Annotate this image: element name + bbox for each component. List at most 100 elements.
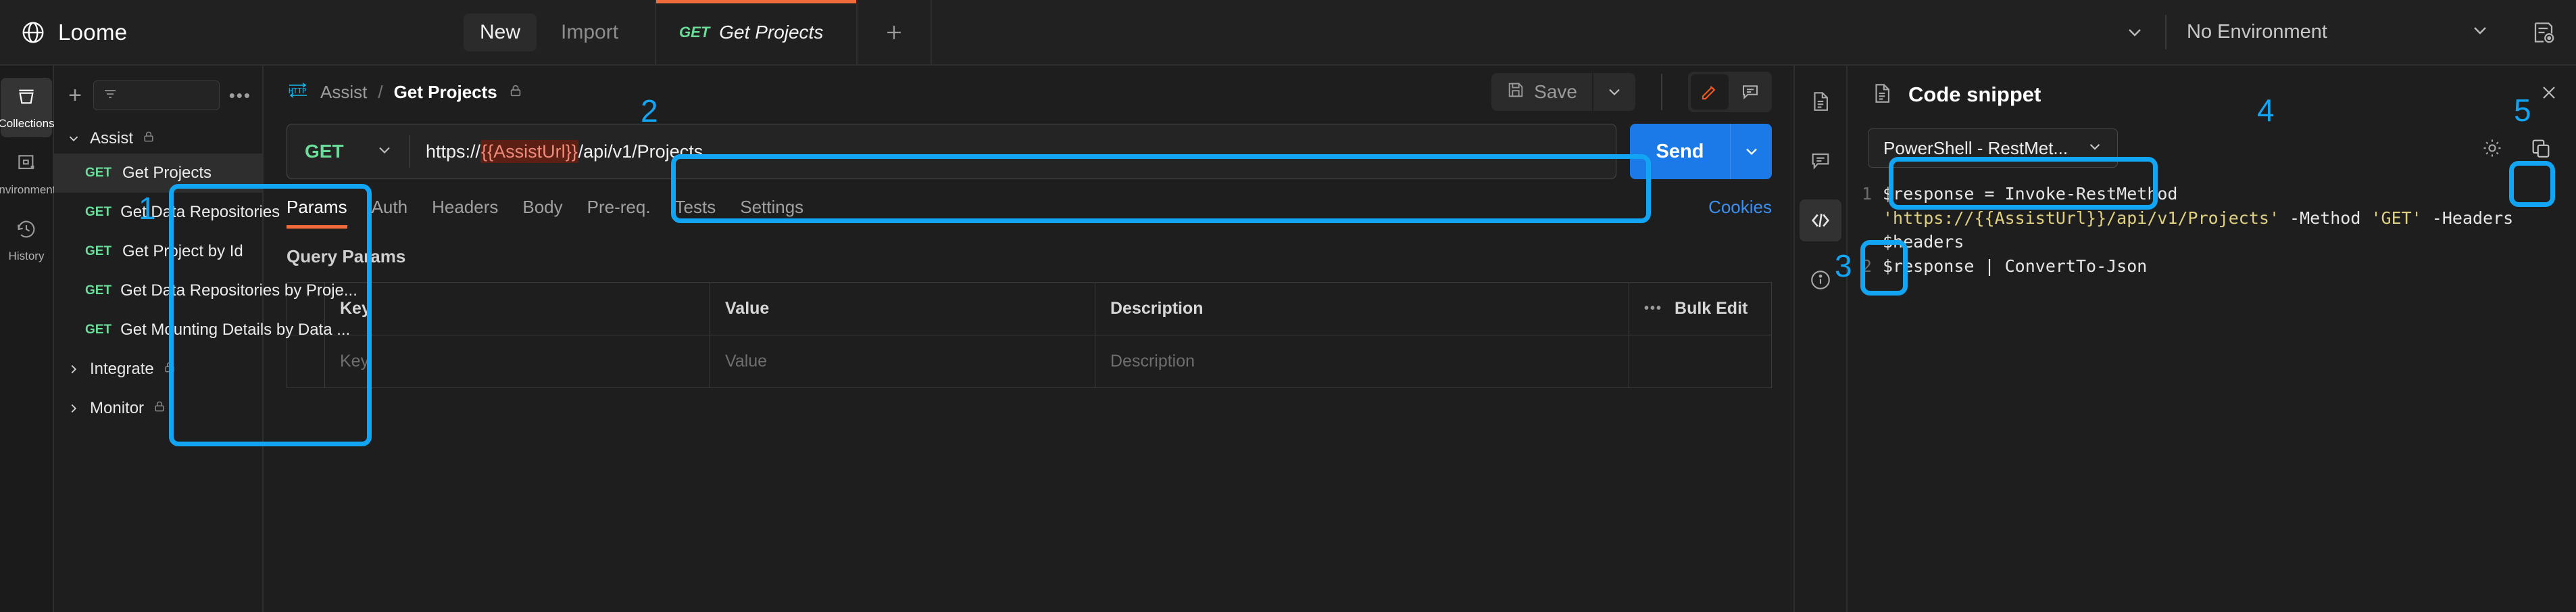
sidebar-item-collections[interactable]: Collections [0, 78, 55, 137]
collection-icon [16, 86, 37, 111]
svg-text:HTTP: HTTP [289, 87, 307, 95]
save-button[interactable]: Save [1491, 73, 1592, 111]
sidebar-request-list: GET Get Projects GET Get Data Repositori… [54, 154, 357, 350]
tab-body[interactable]: Body [522, 197, 562, 229]
bulk-edit-label: Bulk Edit [1675, 299, 1748, 318]
import-button[interactable]: Import [545, 14, 635, 51]
code-snippet-actions [2473, 129, 2560, 167]
save-chevron-down-icon[interactable] [1593, 73, 1635, 111]
brand: Loome [0, 0, 132, 64]
list-item[interactable]: GET Get Project by Id [54, 232, 262, 271]
url-input[interactable]: https://{{AssistUrl}}/api/v1/Projects [410, 139, 1616, 163]
table-row[interactable]: Key Value Description [287, 335, 1771, 388]
save-button-group: Save [1491, 73, 1635, 111]
row-checkbox[interactable] [287, 335, 325, 387]
breadcrumb: HTTP Assist / Get Projects Save [264, 66, 1793, 118]
code-line: 1 $response = Invoke-RestMethod 'https:/… [1854, 182, 2562, 254]
sidebar-more-horizontal-icon[interactable]: ••• [229, 85, 251, 106]
top-bar: Loome New Import GET Get Projects No Env… [0, 0, 2576, 66]
comment-icon[interactable] [1800, 140, 1841, 182]
breadcrumb-request: Get Projects [393, 81, 497, 102]
chevron-right-icon [66, 401, 81, 416]
sidebar-add-plus-icon[interactable]: + [66, 83, 84, 109]
document-icon [1871, 82, 1893, 108]
chevron-right-icon [66, 362, 81, 377]
send-chevron-down-icon[interactable] [1730, 124, 1772, 179]
environment-quick-look-icon[interactable] [2511, 0, 2576, 64]
tab-prereq[interactable]: Pre-req. [587, 197, 651, 229]
gear-icon[interactable] [2473, 129, 2511, 167]
app-window: Loome New Import GET Get Projects No Env… [0, 0, 2576, 612]
history-icon [16, 218, 37, 243]
sidebar-item-collections-label: Collections [0, 117, 55, 130]
request-method-label: GET [85, 323, 112, 337]
brand-name: Loome [58, 19, 128, 45]
more-horizontal-icon: ••• [1644, 301, 1663, 316]
cookies-link[interactable]: Cookies [1708, 197, 1772, 229]
tab-title-label: Get Projects [719, 21, 824, 43]
request-tabs: Params Auth Headers Body Pre-req. Tests … [264, 179, 1793, 229]
filter-icon [102, 86, 118, 105]
pencil-icon[interactable] [1691, 74, 1729, 110]
globe-icon [20, 20, 46, 45]
list-item[interactable]: GET Get Data Repositories [54, 193, 280, 232]
request-name-label: Get Data Repositories [120, 203, 280, 221]
info-icon[interactable] [1800, 259, 1841, 301]
tree-row-assist[interactable]: Assist [54, 124, 262, 154]
language-select[interactable]: PowerShell - RestMet... [1868, 128, 2118, 168]
list-item[interactable]: GET Get Data Repositories by Proje... [54, 271, 357, 310]
code-segment: -Method [2279, 208, 2371, 228]
language-select-label: PowerShell - RestMet... [1883, 137, 2069, 158]
request-method-label: GET [85, 166, 112, 180]
tree-row-monitor-label: Monitor [90, 399, 145, 417]
value-input[interactable]: Value [710, 335, 1095, 387]
comment-icon[interactable] [1731, 74, 1769, 110]
tab-auth[interactable]: Auth [372, 197, 408, 229]
code-snippet-toolbar: PowerShell - RestMet... [1848, 124, 2576, 172]
tab-get-projects[interactable]: GET Get Projects [655, 0, 858, 64]
request-method-label: GET [85, 205, 112, 219]
code-snippet-body[interactable]: 1 $response = Invoke-RestMethod 'https:/… [1848, 182, 2576, 278]
tab-params[interactable]: Params [287, 197, 347, 229]
tabs-overflow-chevron-down-icon[interactable] [2104, 0, 2165, 64]
method-select[interactable]: GET [287, 141, 409, 163]
sidebar-item-environments[interactable]: Environments [0, 144, 61, 204]
environment-chevron-down-icon [2469, 20, 2491, 45]
code-snippet-header: Code snippet [1848, 66, 2576, 124]
close-icon[interactable] [2538, 82, 2560, 108]
table-header-key: Key [325, 283, 710, 335]
tab-method-label: GET [679, 23, 710, 41]
lock-icon [142, 129, 155, 148]
tree-row-monitor[interactable]: Monitor [54, 389, 262, 428]
document-icon[interactable] [1800, 80, 1841, 122]
request-name-label: Get Data Repositories by Proje... [120, 281, 357, 300]
add-tab-button[interactable] [858, 0, 933, 64]
request-name-label: Get Mounting Details by Data ... [120, 321, 351, 339]
tab-headers[interactable]: Headers [432, 197, 498, 229]
save-button-label: Save [1534, 81, 1577, 102]
app-body: Collections Environments History [0, 66, 2576, 612]
list-item[interactable]: GET Get Mounting Details by Data ... [54, 310, 350, 350]
sidebar-item-history-label: History [8, 250, 45, 262]
tree-row-integrate[interactable]: Integrate [54, 350, 262, 389]
sidebar-item-history[interactable]: History [1, 210, 52, 270]
url-box: GET https://{{AssistUrl}}/api/v1/Project… [287, 124, 1616, 179]
search-input[interactable] [93, 80, 220, 110]
bulk-edit-button[interactable]: ••• Bulk Edit [1629, 283, 1771, 335]
breadcrumb-collection[interactable]: Assist [320, 82, 367, 103]
tab-tests[interactable]: Tests [675, 197, 716, 229]
environments-icon [16, 152, 37, 177]
new-button[interactable]: New [464, 13, 537, 51]
right-icon-rail [1793, 66, 1846, 612]
send-button[interactable]: Send [1630, 124, 1730, 179]
tab-settings[interactable]: Settings [740, 197, 803, 229]
lock-icon [508, 83, 523, 101]
tree-row-assist-label: Assist [90, 129, 134, 147]
key-input[interactable]: Key [325, 335, 710, 387]
list-item[interactable]: GET Get Projects [54, 154, 262, 193]
code-icon[interactable] [1800, 199, 1841, 241]
copy-button[interactable] [2522, 129, 2560, 167]
method-chevron-down-icon [375, 141, 394, 163]
environment-select[interactable]: No Environment [2166, 0, 2511, 64]
description-input[interactable]: Description [1095, 335, 1629, 387]
